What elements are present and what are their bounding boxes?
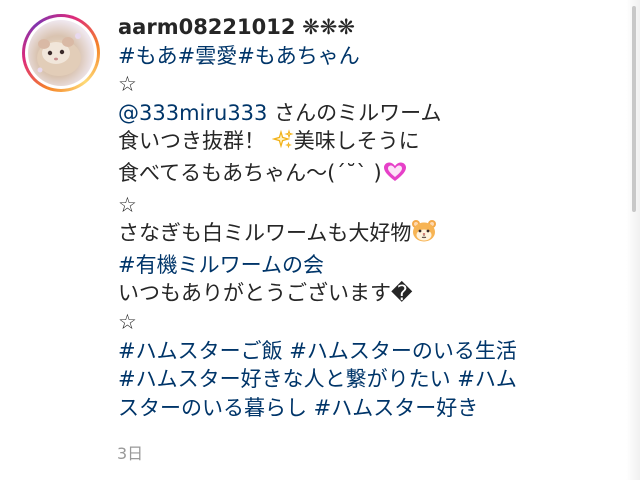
- avatar[interactable]: [22, 14, 100, 92]
- eat-rest-text: 美味しそうに: [293, 129, 420, 154]
- star-divider-1: ☆: [118, 72, 137, 97]
- hashtag-group-2[interactable]: #ハムスターご飯 #ハムスターのいる生活: [118, 337, 588, 366]
- avatar-image: [28, 20, 94, 86]
- hamster-face-icon: [411, 219, 437, 251]
- eat-text: 食いつき抜群！: [118, 129, 265, 154]
- comment-header: aarm08221012 ❋❋❋: [118, 13, 588, 42]
- thanks-line: いつもありがとうございます�: [118, 281, 413, 306]
- hashtag-group-1[interactable]: #もあ#雲愛#もあちゃん: [118, 42, 588, 71]
- comment-screen: aarm08221012 ❋❋❋ #もあ#雲愛#もあちゃん ☆ @333miru…: [0, 0, 640, 480]
- eating-text: 食べてるもあちゃん～(ˊ˘ˋ ): [118, 160, 382, 185]
- hashtag-group-4[interactable]: スターのいる暮らし #ハムスター好き: [118, 394, 588, 423]
- sparkle-icon: [271, 129, 294, 159]
- pupa-text: さなぎも白ミルワームも大好物: [118, 221, 412, 246]
- mention-link[interactable]: @333miru333: [118, 101, 267, 125]
- star-divider-3: ☆: [118, 309, 137, 334]
- sparkling-heart-icon: [382, 161, 408, 191]
- scrollbar-thumb[interactable]: [632, 6, 636, 212]
- hashtag-group-3[interactable]: #ハムスター好きな人と繋がりたい #ハム: [118, 365, 588, 394]
- star-divider-2: ☆: [118, 192, 137, 217]
- pupa-line: さなぎも白ミルワームも大好物: [118, 219, 588, 251]
- comment-body: aarm08221012 ❋❋❋ #もあ#雲愛#もあちゃん ☆ @333miru…: [118, 13, 588, 422]
- comment-timestamp: 3日: [117, 444, 144, 463]
- mention-rest-text: さんのミルワーム: [267, 100, 442, 125]
- hashtag-club[interactable]: #有機ミルワームの会: [118, 251, 588, 280]
- username-symbols: ❋❋❋: [302, 15, 355, 39]
- eat-line: 食いつき抜群！ 美味しそうに: [118, 127, 588, 159]
- username-link[interactable]: aarm08221012: [118, 15, 295, 39]
- avatar-border: [25, 17, 97, 89]
- hamster-photo: [37, 33, 81, 76]
- eating-line: 食べてるもあちゃん～(ˊ˘ˋ ): [118, 159, 588, 191]
- mention-line: @333miru333 さんのミルワーム: [118, 99, 588, 128]
